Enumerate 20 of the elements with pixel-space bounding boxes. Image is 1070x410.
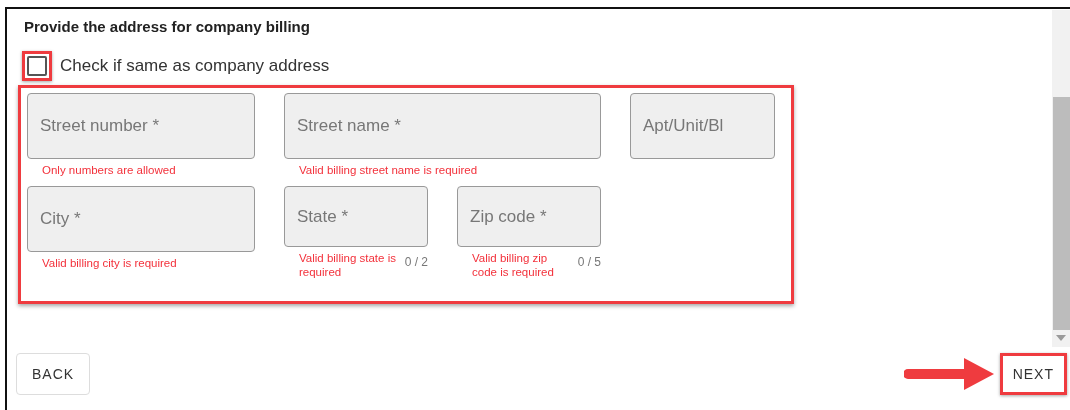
input-field[interactable]: State *: [284, 186, 428, 247]
scroll-down-icon[interactable]: [1056, 335, 1066, 341]
character-counter: 0 / 2: [404, 255, 428, 269]
back-button[interactable]: BACK: [16, 353, 91, 395]
checkbox-label: Check if same as company address: [60, 56, 330, 76]
scrollbar-thumb[interactable]: [1053, 97, 1070, 330]
input-field[interactable]: City *: [27, 186, 255, 252]
section-heading: Provide the address for company billing: [24, 18, 311, 37]
input-field[interactable]: Apt/Unit/Bl: [630, 93, 775, 159]
next-button[interactable]: NEXT: [999, 353, 1067, 395]
error-message: Only numbers are allowed: [42, 163, 177, 177]
input-field[interactable]: Street number *: [27, 93, 255, 159]
input-field[interactable]: Street name *: [284, 93, 601, 159]
scrollbar[interactable]: [1052, 10, 1070, 347]
error-message: Valid billing state is required: [299, 251, 397, 279]
input-field[interactable]: Zip code *: [457, 186, 601, 247]
character-counter: 0 / 5: [577, 255, 601, 269]
error-message: Valid billing street name is required: [299, 163, 479, 177]
error-message: Valid billing zip code is required: [472, 251, 555, 279]
error-message: Valid billing city is required: [42, 256, 178, 270]
